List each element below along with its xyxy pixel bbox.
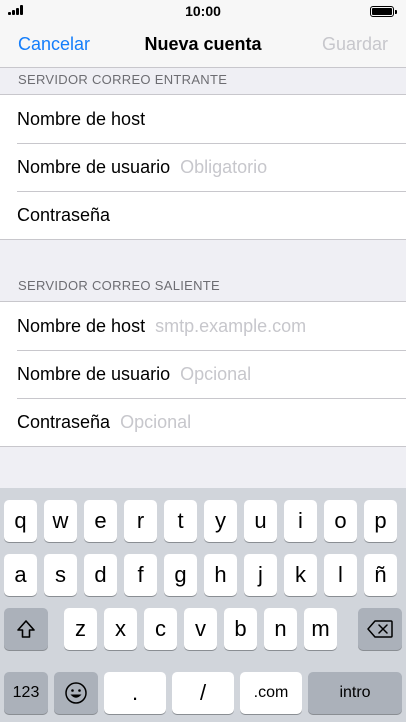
- key-t[interactable]: t: [164, 500, 197, 542]
- key-e[interactable]: e: [84, 500, 117, 542]
- key-n-tilde[interactable]: ñ: [364, 554, 397, 596]
- navigation-bar: Cancelar Nueva cuenta Guardar: [0, 22, 406, 68]
- row-label: Contraseña: [17, 411, 111, 432]
- key-l[interactable]: l: [324, 554, 357, 596]
- backspace-key[interactable]: [358, 608, 402, 650]
- key-j[interactable]: j: [244, 554, 277, 596]
- key-c[interactable]: c: [144, 608, 177, 650]
- row-label: Contraseña: [17, 204, 111, 225]
- outgoing-username-input[interactable]: Opcional: [180, 364, 251, 385]
- row-label: Nombre de usuario: [17, 363, 171, 384]
- section-header-incoming: SERVIDOR CORREO ENTRANTE: [18, 72, 228, 87]
- save-button[interactable]: Guardar: [322, 34, 388, 55]
- dotcom-key[interactable]: .com: [240, 672, 302, 714]
- backspace-icon: [367, 620, 393, 638]
- key-y[interactable]: y: [204, 500, 237, 542]
- key-k[interactable]: k: [284, 554, 317, 596]
- battery-icon: [370, 6, 397, 17]
- key-d[interactable]: d: [84, 554, 117, 596]
- outgoing-host-input[interactable]: smtp.example.com: [155, 316, 306, 337]
- key-o[interactable]: o: [324, 500, 357, 542]
- incoming-host-row[interactable]: Nombre de host: [0, 95, 406, 143]
- status-time: 10:00: [185, 3, 221, 19]
- dot-key[interactable]: .: [104, 672, 166, 714]
- key-q[interactable]: q: [4, 500, 37, 542]
- key-g[interactable]: g: [164, 554, 197, 596]
- row-label: Nombre de host: [17, 108, 146, 129]
- shift-arrow-icon: [17, 620, 35, 638]
- enter-key[interactable]: intro: [308, 672, 402, 714]
- key-n[interactable]: n: [264, 608, 297, 650]
- key-h[interactable]: h: [204, 554, 237, 596]
- outgoing-password-row[interactable]: Contraseña Opcional: [0, 398, 406, 446]
- keyboard: q w e r t y u i o p a s d f g h j k l ñ …: [0, 488, 406, 722]
- emoji-key[interactable]: [54, 672, 98, 714]
- status-bar: 10:00: [0, 0, 406, 22]
- outgoing-username-row[interactable]: Nombre de usuario Opcional: [0, 350, 406, 398]
- key-i[interactable]: i: [284, 500, 317, 542]
- key-w[interactable]: w: [44, 500, 77, 542]
- incoming-username-row[interactable]: Nombre de usuario Obligatorio: [0, 143, 406, 191]
- row-label: Nombre de host: [17, 315, 146, 336]
- key-u[interactable]: u: [244, 500, 277, 542]
- slash-key[interactable]: /: [172, 672, 234, 714]
- outgoing-password-input[interactable]: Opcional: [120, 412, 191, 433]
- key-v[interactable]: v: [184, 608, 217, 650]
- key-b[interactable]: b: [224, 608, 257, 650]
- key-s[interactable]: s: [44, 554, 77, 596]
- key-m[interactable]: m: [304, 608, 337, 650]
- outgoing-server-group: Nombre de host smtp.example.com Nombre d…: [0, 301, 406, 447]
- row-label: Nombre de usuario: [17, 156, 171, 177]
- incoming-username-input[interactable]: Obligatorio: [180, 157, 267, 178]
- key-z[interactable]: z: [64, 608, 97, 650]
- section-header-outgoing: SERVIDOR CORREO SALIENTE: [18, 278, 221, 293]
- numbers-key[interactable]: 123: [4, 672, 48, 714]
- key-x[interactable]: x: [104, 608, 137, 650]
- incoming-server-group: Nombre de host Nombre de usuario Obligat…: [0, 94, 406, 240]
- key-f[interactable]: f: [124, 554, 157, 596]
- emoji-icon: [65, 682, 87, 704]
- outgoing-host-row[interactable]: Nombre de host smtp.example.com: [0, 302, 406, 350]
- shift-key[interactable]: [4, 608, 48, 650]
- incoming-password-row[interactable]: Contraseña: [0, 191, 406, 239]
- key-a[interactable]: a: [4, 554, 37, 596]
- key-r[interactable]: r: [124, 500, 157, 542]
- key-p[interactable]: p: [364, 500, 397, 542]
